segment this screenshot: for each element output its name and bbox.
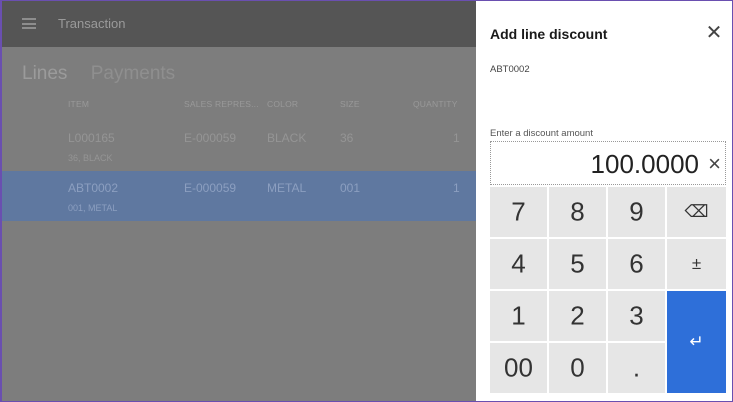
key-decimal[interactable]: . [608,343,665,393]
key-8[interactable]: 8 [549,187,606,237]
clear-input-icon[interactable]: × [708,151,721,177]
transaction-screen: Transaction Lines Payments ITEM SALES RE… [2,1,476,401]
backspace-icon: ⌫ [684,202,709,221]
key-2[interactable]: 2 [549,291,606,341]
cell-quantity: 1 [453,181,460,195]
enter-icon: ↵ [689,332,704,351]
key-label: . [632,352,641,383]
key-label: 0 [570,352,585,383]
tab-payments[interactable]: Payments [91,63,175,84]
key-3[interactable]: 3 [608,291,665,341]
cell-item: L000165 [68,131,115,145]
backspace-key[interactable]: ⌫ [667,187,726,237]
hamburger-menu-icon[interactable] [22,18,36,29]
plus-minus-key[interactable]: ± [667,239,726,289]
cell-variant: 001, METAL [68,203,118,213]
plus-minus-icon: ± [691,254,702,273]
add-line-discount-panel: Add line discount ✕ ABT0002 Enter a disc… [476,1,732,401]
app-title: Transaction [58,16,126,31]
key-label: 7 [511,196,526,227]
close-icon[interactable]: ✕ [702,21,726,45]
cell-quantity: 1 [453,131,460,145]
enter-key[interactable]: ↵ [667,291,726,393]
key-7[interactable]: 7 [490,187,547,237]
cell-item: ABT0002 [68,181,119,195]
key-9[interactable]: 9 [608,187,665,237]
column-header-size[interactable]: SIZE [340,99,360,109]
column-header-color[interactable]: COLOR [267,99,298,109]
discount-amount-input[interactable]: 100.0000 × [490,141,726,185]
key-label: 9 [629,196,644,227]
key-label: 3 [629,300,644,331]
key-0[interactable]: 0 [549,343,606,393]
amount-value: 100.0000 [590,149,699,179]
cell-color: METAL [267,181,307,195]
cell-sales-rep: E-000059 [184,131,237,145]
table-row[interactable]: L000165 E-000059 BLACK 36 1 36, BLACK [2,121,476,173]
key-label: 6 [629,248,644,279]
table-row-selected[interactable]: ABT0002 E-000059 METAL 001 1 001, METAL [2,171,476,221]
column-header-sales-rep[interactable]: SALES REPRES... [184,99,259,109]
key-4[interactable]: 4 [490,239,547,289]
amount-label: Enter a discount amount [490,128,593,139]
cell-size: 001 [340,181,361,195]
key-label: 4 [511,248,526,279]
key-label: 5 [570,248,585,279]
top-bar: Transaction [2,1,476,47]
key-label: 1 [511,300,526,331]
tab-lines[interactable]: Lines [22,63,67,84]
panel-title: Add line discount [490,26,608,42]
cell-variant: 36, BLACK [68,153,113,163]
item-code: ABT0002 [490,64,530,75]
key-6[interactable]: 6 [608,239,665,289]
cell-size: 36 [340,131,354,145]
key-5[interactable]: 5 [549,239,606,289]
tab-bar: Lines Payments [22,63,193,85]
key-1[interactable]: 1 [490,291,547,341]
key-00[interactable]: 00 [490,343,547,393]
column-header-quantity[interactable]: QUANTITY [413,99,458,109]
column-header-item[interactable]: ITEM [68,99,89,109]
key-label: 8 [570,196,585,227]
key-label: 00 [504,352,533,383]
cell-sales-rep: E-000059 [184,181,237,195]
key-label: 2 [570,300,585,331]
cell-color: BLACK [267,131,307,145]
